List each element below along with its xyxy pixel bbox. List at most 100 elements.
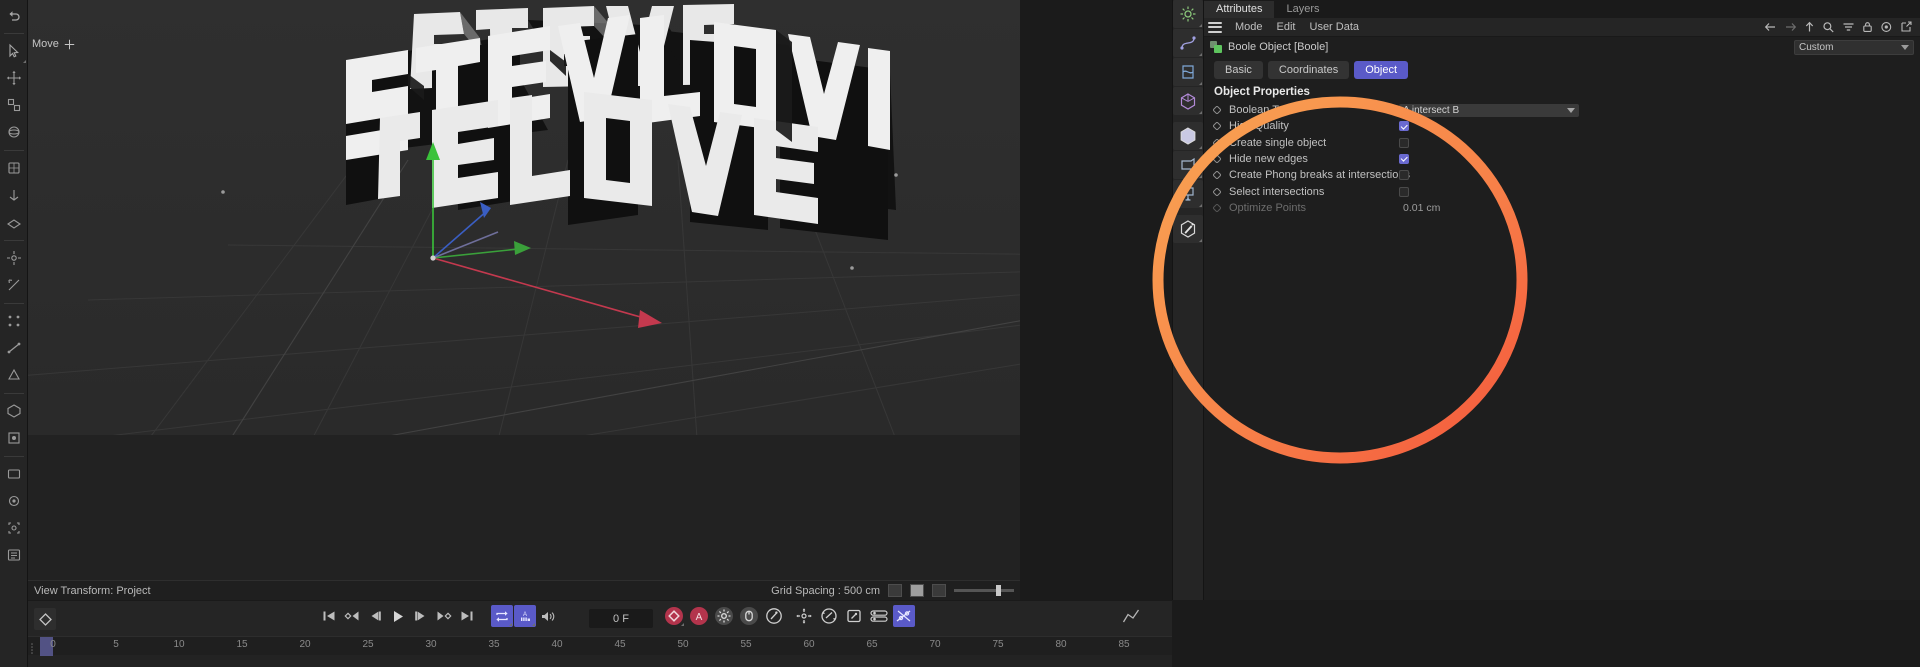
position-key-icon[interactable] (738, 605, 760, 627)
optimize-points-field[interactable]: 0.01 cm (1399, 202, 1440, 214)
forward-arrow-icon[interactable] (1784, 21, 1797, 33)
current-frame-field[interactable]: 0 F (589, 609, 653, 628)
attributes-menu-bar: Mode Edit User Data (1204, 18, 1920, 37)
go-to-end-icon[interactable] (456, 605, 478, 627)
viewport-lower-background (28, 435, 1020, 600)
subtab-object[interactable]: Object (1354, 61, 1409, 79)
paint-tool-icon[interactable] (1173, 215, 1203, 243)
go-to-start-icon[interactable] (318, 605, 340, 627)
loop-icon[interactable] (491, 605, 513, 627)
param-key-icon[interactable] (793, 605, 815, 627)
scale-icon[interactable] (1, 92, 27, 118)
attributes-panel: Attributes Layers Mode Edit User Data Bo… (1204, 0, 1920, 600)
play-icon[interactable] (387, 605, 409, 627)
subtab-coordinates[interactable]: Coordinates (1267, 61, 1350, 79)
render-view-icon[interactable] (1, 488, 27, 514)
edge-mode-icon[interactable] (1, 335, 27, 361)
frame-value[interactable]: 0 F (589, 609, 653, 628)
timeline-right-background (1172, 600, 1920, 667)
property-row-boolean-type: Boolean Type A intersect B (1204, 102, 1920, 118)
fcurve-icon[interactable] (1120, 605, 1142, 627)
point-mode-icon[interactable] (1, 308, 27, 334)
viewport-zoom-slider[interactable] (954, 585, 1014, 596)
world-axis-icon[interactable] (1, 155, 27, 181)
settings-gear-icon[interactable] (1173, 0, 1203, 28)
menu-user-data[interactable]: User Data (1303, 21, 1367, 33)
step-forward-icon[interactable] (410, 605, 432, 627)
property-list: Boolean Type A intersect B High Quality … (1204, 102, 1920, 216)
level-of-detail-icon[interactable] (868, 605, 890, 627)
rotate-icon[interactable] (1, 119, 27, 145)
model-mode-icon[interactable] (1, 398, 27, 424)
display-grid-icon[interactable] (910, 584, 924, 597)
selection-key-icon[interactable] (843, 605, 865, 627)
target-icon[interactable] (1880, 21, 1893, 33)
next-keyframe-icon[interactable] (433, 605, 455, 627)
step-back-icon[interactable] (364, 605, 386, 627)
menu-edit[interactable]: Edit (1270, 21, 1303, 33)
render-region-icon[interactable] (1, 515, 27, 541)
preset-select[interactable]: Custom (1794, 39, 1914, 55)
ruler-tick: 70 (929, 639, 941, 650)
animation-track-diamond-icon[interactable] (1213, 138, 1221, 147)
create-single-object-checkbox[interactable] (1399, 137, 1409, 148)
camera-icon[interactable] (1173, 151, 1203, 179)
display-list-icon[interactable] (888, 584, 902, 597)
display-single-icon[interactable] (932, 584, 946, 597)
autokey-icon[interactable]: A (688, 605, 710, 627)
spline-pen-icon[interactable] (1173, 29, 1203, 57)
scale-key-icon[interactable] (763, 605, 785, 627)
modeling-axis-icon[interactable] (1, 245, 27, 271)
render-settings-icon[interactable] (1, 542, 27, 568)
hide-new-edges-checkbox[interactable] (1399, 154, 1409, 165)
texture-mode-icon[interactable] (1, 425, 27, 451)
autokey-mode-icon[interactable]: A (514, 605, 536, 627)
keyframe-settings-icon[interactable] (713, 605, 735, 627)
transform-key-controls (793, 605, 915, 627)
search-icon[interactable] (1822, 21, 1835, 33)
deformer-icon[interactable] (1173, 58, 1203, 86)
keyframe-marker-icon[interactable] (34, 608, 56, 630)
external-link-icon[interactable] (1900, 21, 1913, 33)
menu-mode[interactable]: Mode (1228, 21, 1270, 33)
pla-key-icon[interactable] (818, 605, 840, 627)
timeline-drag-handle[interactable] (31, 641, 35, 654)
lock-icon[interactable] (1862, 21, 1873, 33)
high-quality-checkbox[interactable] (1399, 121, 1409, 132)
animation-track-diamond-icon[interactable] (1213, 171, 1221, 180)
ruler-tick: 10 (173, 639, 185, 650)
light-icon[interactable] (1173, 180, 1203, 208)
animation-track-diamond-icon[interactable] (1213, 122, 1221, 131)
shading-sphere-icon[interactable] (1173, 122, 1203, 150)
chevron-down-icon (1567, 107, 1575, 113)
object-axis-icon[interactable] (1, 182, 27, 208)
select-intersections-checkbox[interactable] (1399, 186, 1409, 197)
tab-attributes[interactable]: Attributes (1204, 1, 1275, 18)
record-keyframe-icon[interactable] (663, 605, 685, 627)
viewport-zoom-knob[interactable] (996, 585, 1001, 596)
undo-icon[interactable] (1, 2, 27, 28)
move-icon[interactable] (1, 65, 27, 91)
animation-track-diamond-icon[interactable] (1213, 155, 1221, 164)
hamburger-menu-icon[interactable] (1208, 21, 1222, 33)
polygon-mode-icon[interactable] (1, 362, 27, 388)
prev-keyframe-icon[interactable] (341, 605, 363, 627)
tab-layers[interactable]: Layers (1274, 1, 1331, 18)
workplane-icon[interactable] (1, 209, 27, 235)
animation-track-diamond-icon[interactable] (1213, 106, 1221, 115)
up-arrow-icon[interactable] (1804, 21, 1815, 33)
back-arrow-icon[interactable] (1764, 21, 1777, 33)
filter-icon[interactable] (1842, 21, 1855, 33)
mograph-icon[interactable] (1173, 87, 1203, 115)
sound-icon[interactable] (537, 605, 559, 627)
viewport-3d[interactable]: Move View Transform: Project Grid Spacin… (28, 0, 1020, 600)
ruler-tick: 80 (1055, 639, 1067, 650)
live-selection-icon[interactable] (1, 38, 27, 64)
animation-track-diamond-icon[interactable] (1213, 187, 1221, 196)
enable-axis-icon[interactable] (1, 272, 27, 298)
subtab-basic[interactable]: Basic (1214, 61, 1263, 79)
timeline-curve-icon[interactable] (893, 605, 915, 627)
viewport-solo-icon[interactable] (1, 461, 27, 487)
boolean-type-select[interactable]: A intersect B (1399, 103, 1579, 117)
create-phong-breaks-checkbox[interactable] (1399, 170, 1409, 181)
